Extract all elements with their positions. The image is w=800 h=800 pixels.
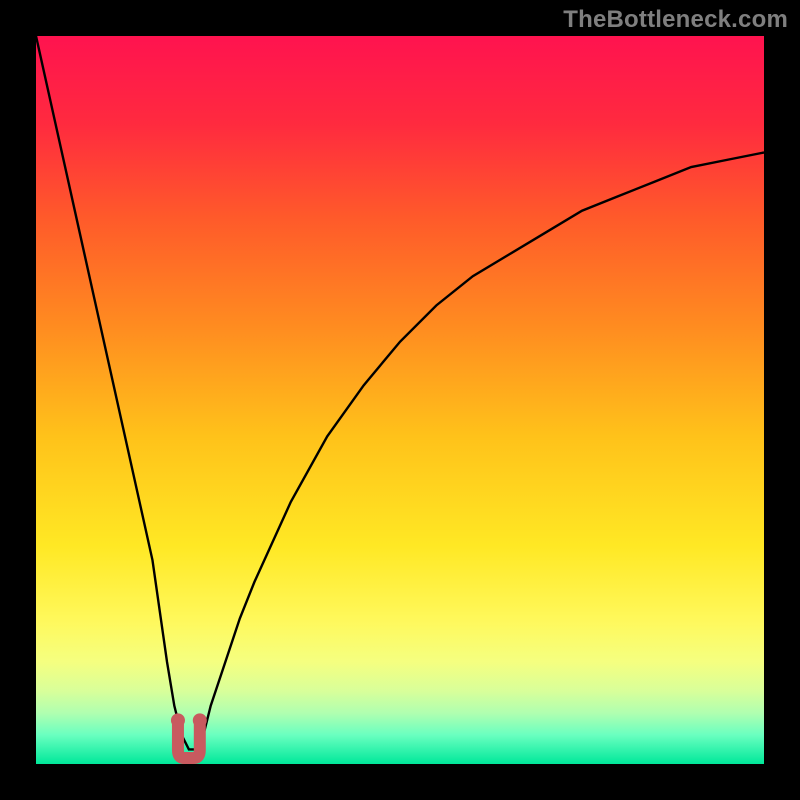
left-notch-point (171, 713, 185, 727)
chart-frame: TheBottleneck.com (0, 0, 800, 800)
watermark-text: TheBottleneck.com (563, 6, 788, 34)
right-notch-point (193, 713, 207, 727)
chart-svg (36, 36, 764, 764)
plot-area (36, 36, 764, 764)
gradient-background (36, 36, 764, 764)
